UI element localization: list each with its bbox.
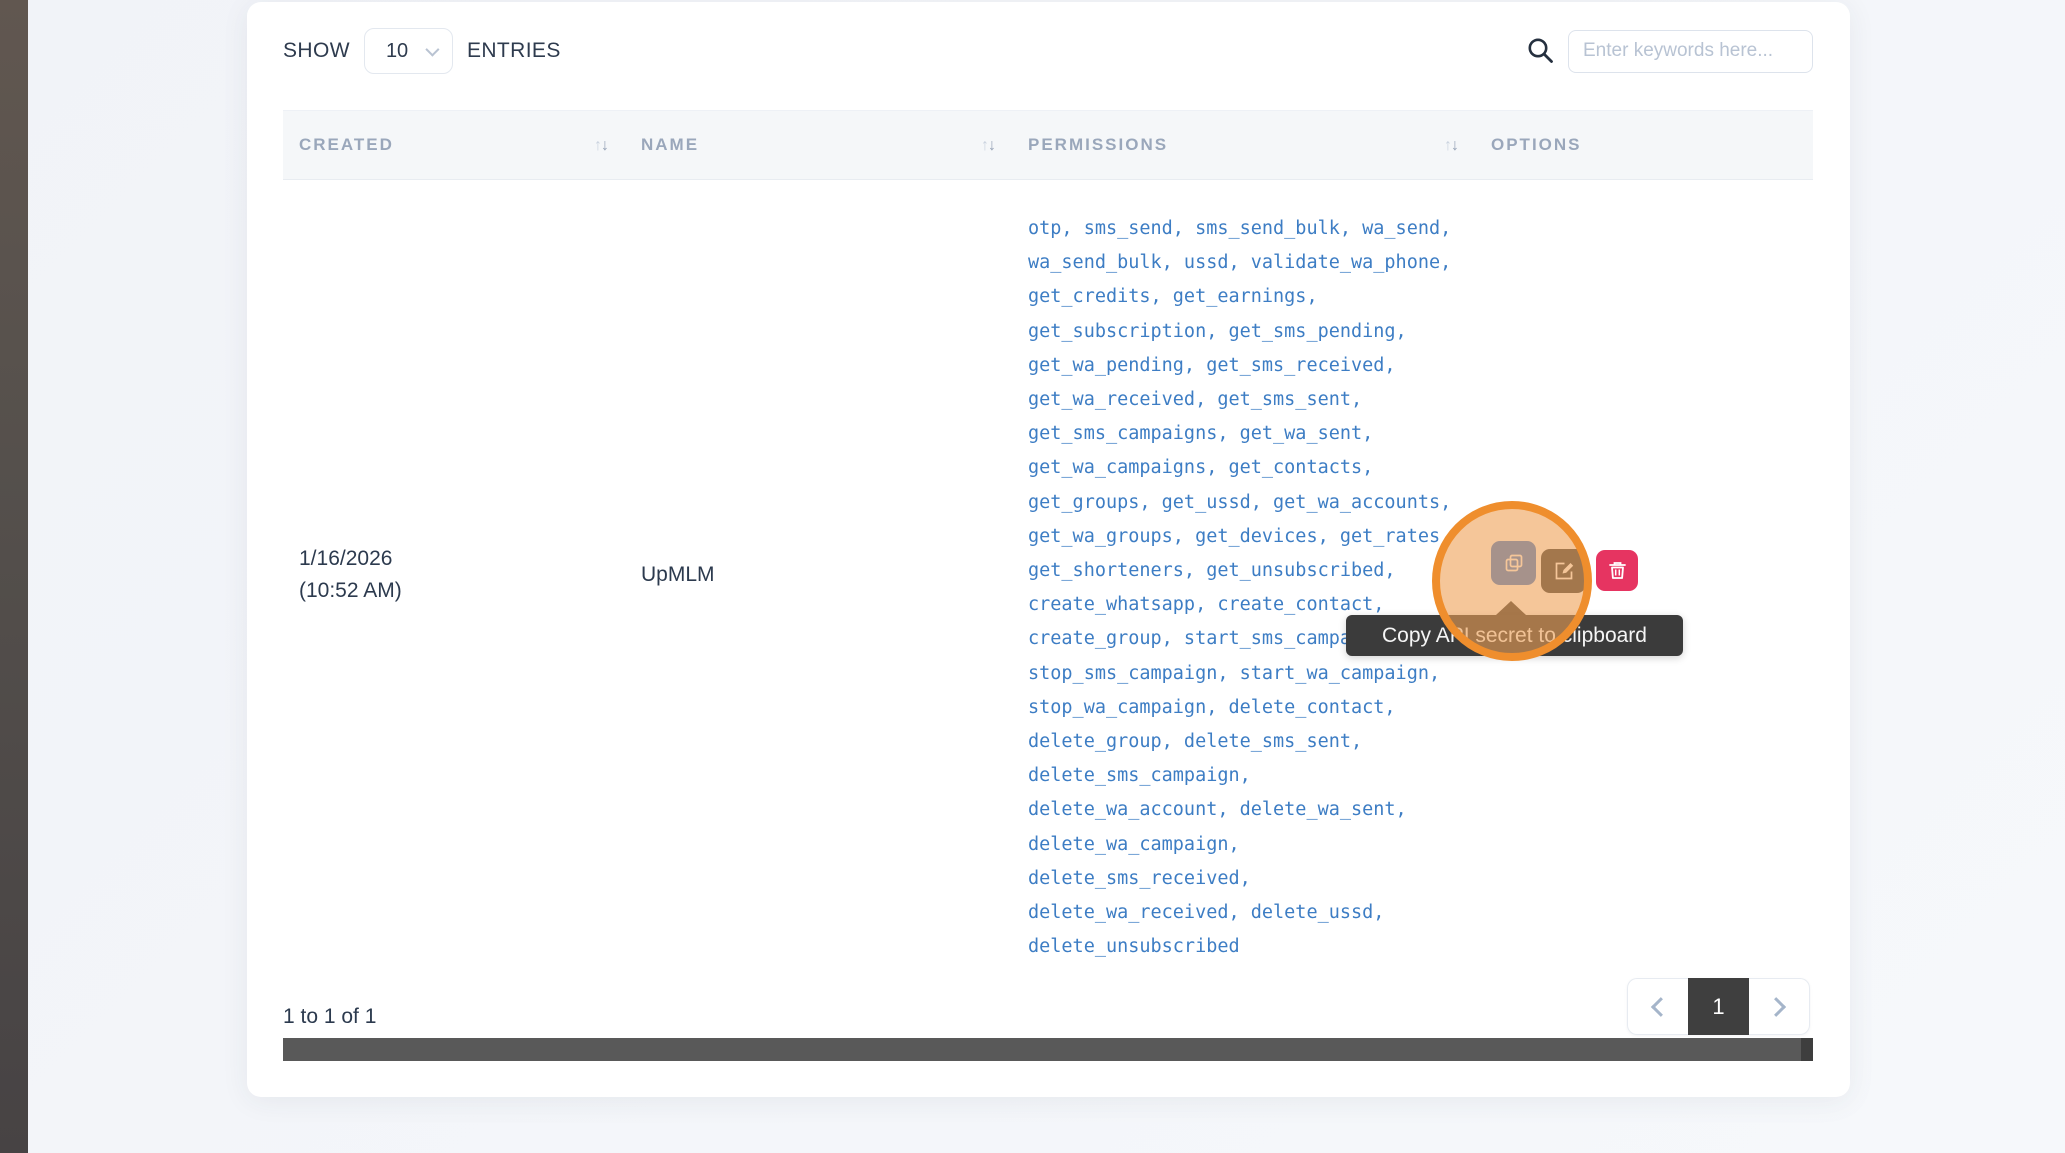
column-label: NAME (641, 135, 699, 155)
chevron-left-icon (1651, 997, 1671, 1017)
table-header: CREATED ↑↓ NAME ↑↓ PERMISSIONS ↑↓ OPTION… (283, 110, 1813, 180)
permission-line: get_credits, get_earnings, (1028, 280, 1451, 314)
entries-label: ENTRIES (467, 39, 561, 63)
permission-line: delete_sms_received, (1028, 862, 1451, 896)
options-cell (1475, 180, 1813, 970)
search-input[interactable] (1568, 30, 1813, 73)
search-icon (1526, 36, 1556, 66)
next-page-button[interactable] (1749, 978, 1810, 1035)
permission-line: otp, sms_send, sms_send_bulk, wa_send, (1028, 212, 1451, 246)
permission-line: get_wa_groups, get_devices, get_rates, (1028, 520, 1451, 554)
edit-icon (1553, 560, 1575, 582)
created-cell: 1/16/2026 (10:52 AM) (283, 180, 625, 970)
permission-line: get_wa_received, get_sms_sent, (1028, 383, 1451, 417)
sort-icon[interactable]: ↑↓ (594, 137, 611, 155)
column-label: PERMISSIONS (1028, 135, 1168, 155)
search-group (1526, 26, 1813, 76)
page-1-button[interactable]: 1 (1688, 978, 1749, 1035)
page-size-select[interactable]: 10 (364, 28, 453, 74)
permissions-cell: otp, sms_send, sms_send_bulk, wa_send,wa… (1012, 180, 1475, 970)
permission-line: wa_send_bulk, ussd, validate_wa_phone, (1028, 246, 1451, 280)
sort-icon[interactable]: ↑↓ (981, 137, 998, 155)
show-label: SHOW (283, 39, 350, 63)
permission-line: delete_wa_campaign, (1028, 828, 1451, 862)
api-key-name: UpMLM (641, 563, 715, 587)
permission-line: delete_group, delete_sms_sent, (1028, 725, 1451, 759)
table-row: 1/16/2026 (10:52 AM) UpMLM otp, sms_send… (283, 180, 1813, 970)
chevron-right-icon (1766, 997, 1786, 1017)
permission-line: delete_wa_received, delete_ussd, (1028, 896, 1451, 930)
horizontal-scrollbar-track[interactable] (283, 1038, 1813, 1061)
copy-tooltip: Copy API secret to clipboard (1346, 615, 1683, 656)
permissions-list: otp, sms_send, sms_send_bulk, wa_send,wa… (1028, 212, 1451, 964)
permission-line: delete_sms_campaign, (1028, 759, 1451, 793)
table-toolbar: SHOW 10 ENTRIES (283, 26, 1813, 76)
horizontal-scrollbar-thumb[interactable] (283, 1038, 1801, 1061)
permission-line: get_wa_campaigns, get_contacts, (1028, 451, 1451, 485)
permission-line: get_shorteners, get_unsubscribed, (1028, 554, 1451, 588)
permission-line: get_groups, get_ussd, get_wa_accounts, (1028, 486, 1451, 520)
permission-line: stop_sms_campaign, start_wa_campaign, (1028, 657, 1451, 691)
edit-button[interactable] (1541, 549, 1586, 593)
api-keys-page: { "toolbar": { "show_label": "SHOW", "pa… (0, 0, 2065, 1153)
sort-icon[interactable]: ↑↓ (1444, 137, 1461, 155)
permission-line: stop_wa_campaign, delete_contact, (1028, 691, 1451, 725)
column-label: CREATED (299, 135, 394, 155)
page-size-group: SHOW 10 ENTRIES (283, 26, 561, 76)
results-summary: 1 to 1 of 1 (283, 1005, 376, 1029)
permission-line: get_subscription, get_sms_pending, (1028, 315, 1451, 349)
permission-line: delete_unsubscribed (1028, 930, 1451, 964)
column-header-permissions[interactable]: PERMISSIONS ↑↓ (1012, 111, 1475, 179)
column-label: OPTIONS (1491, 135, 1582, 155)
created-date: 1/16/2026 (299, 543, 392, 575)
permission-line: get_sms_campaigns, get_wa_sent, (1028, 417, 1451, 451)
column-header-created[interactable]: CREATED ↑↓ (283, 111, 625, 179)
pagination: 1 (1627, 978, 1810, 1035)
trash-icon (1607, 560, 1628, 581)
delete-button[interactable] (1596, 550, 1638, 591)
column-header-options: OPTIONS (1475, 111, 1813, 179)
copy-api-secret-button[interactable] (1491, 541, 1536, 585)
background-image-strip (0, 0, 28, 1153)
copy-icon (1503, 552, 1525, 574)
tooltip-arrow (1496, 601, 1526, 615)
permission-line: delete_wa_account, delete_wa_sent, (1028, 793, 1451, 827)
permission-line: get_wa_pending, get_sms_received, (1028, 349, 1451, 383)
chevron-down-icon (425, 43, 439, 57)
name-cell: UpMLM (625, 180, 1012, 970)
page-size-value: 10 (386, 40, 408, 63)
column-header-name[interactable]: NAME ↑↓ (625, 111, 1012, 179)
api-keys-card: SHOW 10 ENTRIES CREATED ↑↓ NAME ↑↓ PERMI… (247, 2, 1850, 1097)
previous-page-button[interactable] (1627, 978, 1688, 1035)
created-time: (10:52 AM) (299, 575, 402, 607)
